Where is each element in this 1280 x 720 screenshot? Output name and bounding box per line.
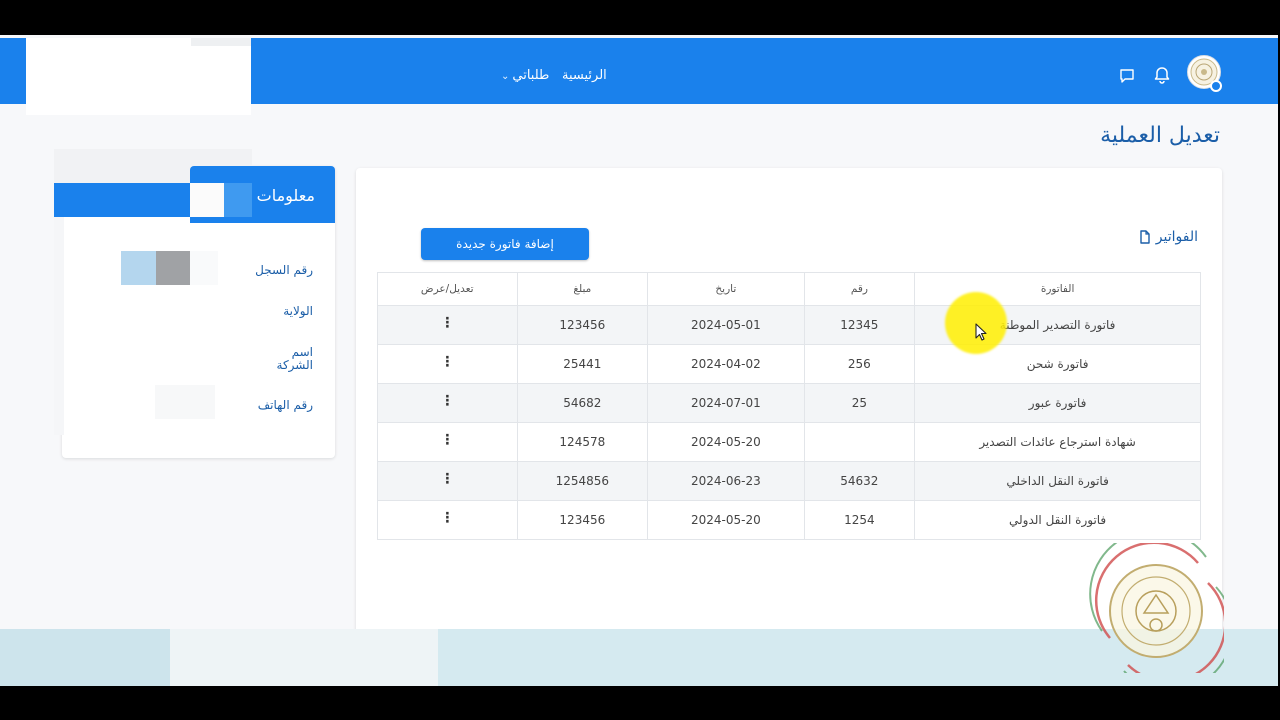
- cell-actions: ⋮: [377, 344, 518, 384]
- cell-date: 2024-04-02: [647, 344, 805, 384]
- cell-number: [803, 422, 916, 462]
- table-row[interactable]: فاتورة النقل الداخلي 54632 2024-06-23 12…: [377, 461, 1201, 501]
- cell-number: 54632: [803, 461, 916, 501]
- cell-invoice-name: فاتورة شحن: [914, 344, 1201, 384]
- cell-date: 2024-06-23: [647, 461, 805, 501]
- more-options-icon[interactable]: ⋮: [440, 355, 454, 369]
- cell-amount: 124578: [516, 422, 649, 462]
- table-row[interactable]: شهادة استرجاع عائدات التصدير 2024-05-20 …: [377, 422, 1201, 462]
- cell-number: 12345: [803, 305, 916, 345]
- cell-amount: 1254856: [516, 461, 649, 501]
- cell-amount: 25441: [516, 344, 649, 384]
- column-header-date[interactable]: تاريخ: [647, 272, 805, 306]
- nav-home-link[interactable]: الرئيسية: [562, 68, 607, 83]
- online-status-dot: [1210, 80, 1222, 92]
- add-invoice-button[interactable]: إضافة فاتورة جديدة: [421, 228, 589, 260]
- redacted-value: [190, 251, 218, 285]
- info-label-phone: رقم الهاتف: [257, 398, 313, 412]
- more-options-icon[interactable]: ⋮: [440, 316, 454, 330]
- redacted-area: [224, 183, 252, 217]
- invoices-title-text: الفواتير: [1155, 229, 1198, 245]
- document-icon: [1140, 230, 1150, 244]
- cell-date: 2024-07-01: [647, 383, 805, 423]
- cell-date: 2024-05-01: [647, 305, 805, 345]
- redacted-area: [190, 183, 224, 217]
- table-row[interactable]: فاتورة عبور 25 2024-07-01 54682 ⋮: [377, 383, 1201, 423]
- cell-actions: ⋮: [377, 383, 518, 423]
- info-label-register: رقم السجل: [255, 263, 313, 277]
- redacted-area: [54, 217, 64, 435]
- info-label-province: الولاية: [283, 304, 313, 318]
- cell-date: 2024-05-20: [647, 500, 805, 540]
- cell-actions: ⋮: [377, 422, 518, 462]
- table-row[interactable]: فاتورة التصدير الموطنة 12345 2024-05-01 …: [377, 305, 1201, 345]
- cell-amount: 54682: [516, 383, 649, 423]
- cell-invoice-name: فاتورة النقل الداخلي: [914, 461, 1201, 501]
- cell-amount: 123456: [516, 500, 649, 540]
- footer-block: [0, 629, 170, 686]
- cell-invoice-name: فاتورة النقل الدولي: [914, 500, 1201, 540]
- more-options-icon[interactable]: ⋮: [440, 394, 454, 408]
- app-screen: الرئيسية طلباتي⌄ تعديل العملية معلومات ا…: [0, 35, 1278, 686]
- ministry-seal-watermark: [1089, 543, 1224, 673]
- table-row[interactable]: فاتورة النقل الدولي 1254 2024-05-20 1234…: [377, 500, 1201, 540]
- redacted-value: [121, 251, 156, 285]
- chat-icon[interactable]: [1119, 68, 1135, 88]
- invoices-table: الفاتورة رقم تاريخ مبلغ تعديل/عرض فاتورة…: [377, 272, 1201, 540]
- mouse-pointer-icon: [975, 323, 987, 341]
- redacted-area: [54, 183, 190, 217]
- chevron-down-icon: ⌄: [501, 71, 510, 82]
- info-card-title: معلومات ا: [247, 186, 315, 205]
- page-title: تعديل العملية: [1100, 123, 1220, 148]
- table-header-row: الفاتورة رقم تاريخ مبلغ تعديل/عرض: [377, 272, 1201, 306]
- logo-placeholder-strip: [191, 38, 251, 46]
- column-header-number[interactable]: رقم: [803, 272, 916, 306]
- info-label-company: اسم الشركة: [276, 345, 313, 372]
- table-row[interactable]: فاتورة شحن 256 2024-04-02 25441 ⋮: [377, 344, 1201, 384]
- logo-placeholder: [26, 38, 251, 115]
- more-options-icon[interactable]: ⋮: [440, 472, 454, 486]
- cell-invoice-name: فاتورة عبور: [914, 383, 1201, 423]
- column-header-amount[interactable]: مبلغ: [516, 272, 649, 306]
- cell-actions: ⋮: [377, 461, 518, 501]
- nav-orders-dropdown[interactable]: طلباتي⌄: [501, 68, 549, 83]
- redacted-value: [156, 251, 190, 285]
- more-options-icon[interactable]: ⋮: [440, 511, 454, 525]
- footer-block: [170, 629, 438, 686]
- column-header-actions: تعديل/عرض: [377, 272, 518, 306]
- cell-actions: ⋮: [377, 305, 518, 345]
- invoices-section-title: الفواتير: [1138, 229, 1198, 245]
- bell-icon[interactable]: [1153, 66, 1171, 88]
- cell-date: 2024-05-20: [647, 422, 805, 462]
- cell-number: 256: [803, 344, 916, 384]
- cell-amount: 123456: [516, 305, 649, 345]
- nav-orders-label: طلباتي: [512, 68, 550, 83]
- cell-number: 25: [803, 383, 916, 423]
- cell-invoice-name: شهادة استرجاع عائدات التصدير: [914, 422, 1201, 462]
- more-options-icon[interactable]: ⋮: [440, 433, 454, 447]
- redacted-value: [155, 385, 215, 419]
- cell-number: 1254: [803, 500, 916, 540]
- cell-actions: ⋮: [377, 500, 518, 540]
